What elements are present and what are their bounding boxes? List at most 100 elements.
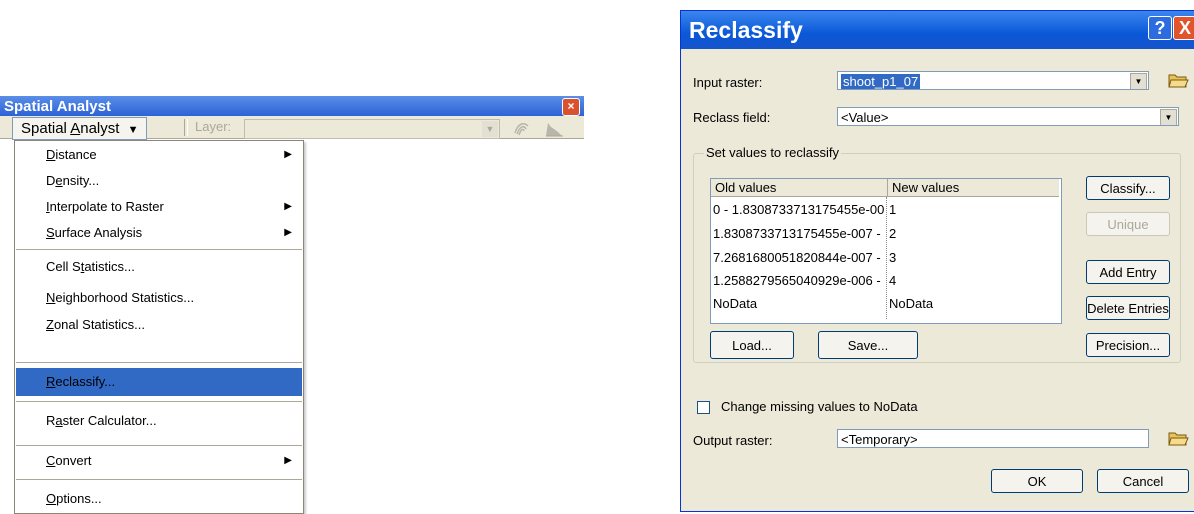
chevron-down-icon[interactable]: ▼ [1130,73,1147,89]
set-values-group: Set values to reclassify Old values New … [693,145,1181,363]
table-row[interactable]: 1.8308733713175455e-007 - 7.268168005182… [711,223,1061,245]
table-row[interactable]: NoData NoData [711,293,1061,315]
menu-label-post: nsity... [62,173,100,188]
dialog-title: Reclassify [689,17,803,43]
old-value-cell[interactable]: 7.2681680051820844e-007 - 1.258827956504… [713,247,885,269]
menu-label-post: istance [55,147,97,162]
histogram-tool-icon[interactable] [544,119,564,137]
input-raster-select[interactable]: shoot_p1_07 ▼ [837,71,1149,90]
layer-dropdown-icon[interactable]: ▼ [482,121,498,137]
menu-label-ul: O [46,491,57,506]
spatial-analyst-menu-button[interactable]: Spatial Analyst ▼ [12,117,148,140]
menu-label-post: eighborhood Statistics... [55,290,195,305]
open-folder-icon[interactable] [1167,69,1189,90]
menu-label-post: ptions... [56,491,102,506]
new-value-cell[interactable]: 4 [889,270,1049,292]
old-value-cell[interactable]: 1.2588279565040929e-006 - 1 [713,270,885,292]
menu-label-ul: N [46,290,56,305]
reclassify-dialog: Reclassify ? X Input raster: shoot_p1_07… [680,10,1194,512]
menu-item-neighborhood-statistics[interactable]: Neighborhood Statistics... [16,286,302,310]
cancel-button[interactable]: Cancel [1097,469,1189,493]
spatial-analyst-toolbar: Spatial Analyst × Spatial Analyst ▼ Laye… [0,96,584,140]
table-row[interactable]: 0 - 1.8308733713175455e-007 1 [711,199,1061,221]
open-folder-icon[interactable] [1167,427,1189,448]
toolbar-body: Spatial Analyst ▼ Layer: ▼ [0,116,584,140]
menu-label-ul: a [55,413,63,428]
help-icon[interactable]: ? [1148,16,1172,40]
layer-label: Layer: [195,119,232,134]
classify-button[interactable]: Classify... [1086,176,1170,200]
layer-select[interactable]: ▼ [244,119,500,139]
toolbar-titlebar[interactable]: Spatial Analyst × [0,96,584,116]
chevron-down-icon: ▼ [127,124,139,136]
menu-label-post: atistics... [84,259,135,274]
menu-item-convert[interactable]: Convert ▶ [16,449,302,473]
menu-item-interpolate-to-raster[interactable]: Interpolate to Raster ▶ [16,195,302,219]
menu-separator [16,445,302,446]
menu-label-post: nterpolate to Raster [49,199,164,214]
menu-item-options[interactable]: Options... [16,487,302,511]
menu-item-reclassify[interactable]: Reclassify... [16,368,302,396]
precision-button[interactable]: Precision... [1086,333,1170,357]
table-row[interactable]: 1.2588279565040929e-006 - 1 4 [711,270,1061,292]
menu-separator [16,362,302,363]
group-label: Set values to reclassify [704,145,841,160]
menu-item-distance[interactable]: Distance ▶ [16,143,302,167]
menu-button-label-post: nalyst [80,120,120,137]
input-raster-label: Input raster: [693,75,763,90]
contour-tool-icon[interactable] [512,118,532,138]
reclass-table[interactable]: Old values New values 0 - 1.830873371317… [710,178,1062,324]
toolbar-title: Spatial Analyst [4,98,111,115]
submenu-arrow-icon: ▶ [284,455,292,466]
change-missing-checkbox[interactable] [697,401,710,414]
input-raster-value: shoot_p1_07 [841,74,921,89]
new-value-cell[interactable]: 2 [889,223,1049,245]
new-value-cell[interactable]: 3 [889,247,1049,269]
new-value-cell[interactable]: 1 [889,199,1049,221]
menu-label-ul: e [55,173,63,188]
menu-item-zonal-statistics[interactable]: Zonal Statistics... [16,313,302,337]
old-value-cell[interactable]: NoData [713,293,885,315]
toolbar-close-icon[interactable]: × [562,98,580,116]
menu-button-label-pre: Spatial [21,120,71,137]
unique-button[interactable]: Unique [1086,212,1170,236]
old-value-cell[interactable]: 1.8308733713175455e-007 - 7.268168005182… [713,223,885,245]
menu-label-pre: R [46,413,56,428]
menu-item-density[interactable]: Density... [16,169,302,193]
add-entry-button[interactable]: Add Entry [1086,260,1170,284]
menu-label-post: urface Analysis [54,225,143,240]
menu-label-post: onvert [55,453,92,468]
chevron-down-icon[interactable]: ▼ [1160,109,1177,125]
spatial-analyst-dropdown-menu: Distance ▶ Density... Interpolate to Ras… [14,140,304,514]
toolbar-separator [184,119,188,136]
menu-label-ul: D [46,147,56,162]
reclass-field-label: Reclass field: [693,110,771,125]
delete-entries-button[interactable]: Delete Entries [1086,296,1170,320]
menu-label-ul: R [46,374,56,389]
old-value-cell[interactable]: 0 - 1.8308733713175455e-007 [713,199,885,221]
menu-label-post: ster Calculator... [62,413,157,428]
new-value-cell[interactable]: NoData [889,293,1049,315]
column-header-old[interactable]: Old values [711,179,887,197]
ok-button[interactable]: OK [991,469,1083,493]
menu-label-pre: Cell S [46,259,81,274]
menu-item-surface-analysis[interactable]: Surface Analysis ▶ [16,221,302,245]
output-raster-label: Output raster: [693,433,773,448]
submenu-arrow-icon: ▶ [284,227,292,238]
menu-label-ul: C [46,453,56,468]
output-raster-input[interactable]: <Temporary> [837,429,1149,448]
menu-item-cell-statistics[interactable]: Cell Statistics... [16,255,302,279]
load-button[interactable]: Load... [710,331,794,359]
column-header-new[interactable]: New values [887,179,1059,197]
close-icon[interactable]: X [1173,16,1194,40]
reclass-field-value: <Value> [841,110,889,125]
dialog-titlebar[interactable]: Reclassify ? X [681,11,1194,49]
menu-label-post: onal Statistics... [53,317,145,332]
change-missing-label: Change missing values to NoData [721,399,918,414]
table-row[interactable]: 7.2681680051820844e-007 - 1.258827956504… [711,247,1061,269]
save-button[interactable]: Save... [818,331,918,359]
menu-separator [16,479,302,480]
menu-separator [16,249,302,250]
menu-item-raster-calculator[interactable]: Raster Calculator... [16,409,302,433]
reclass-field-select[interactable]: <Value> ▼ [837,107,1179,126]
